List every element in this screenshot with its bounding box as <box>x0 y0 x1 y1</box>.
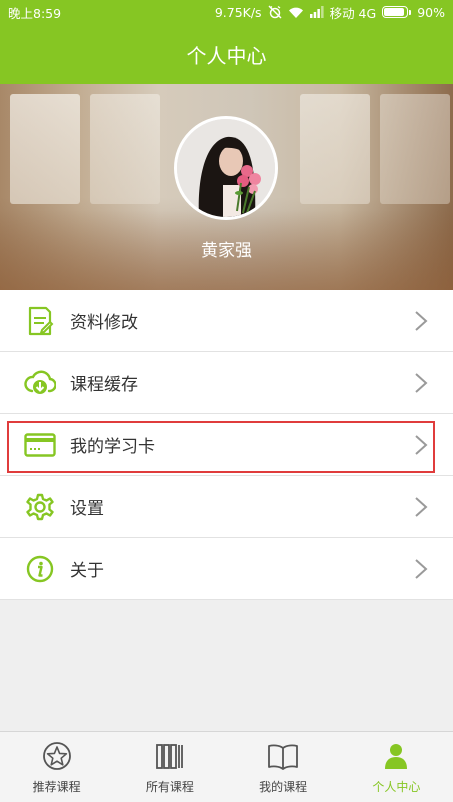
menu-item-study-card[interactable]: 我的学习卡 <box>0 414 453 476</box>
bottom-tab-bar: 推荐课程 所有课程 我的课程 个人中心 <box>0 731 453 802</box>
battery-icon <box>382 6 412 18</box>
background-window <box>380 94 450 204</box>
chevron-right-icon <box>413 433 429 457</box>
carrier-label: 移动 4G <box>329 5 377 21</box>
tab-all-courses[interactable]: 所有课程 <box>113 732 226 802</box>
chevron-right-icon <box>413 309 429 333</box>
tab-my-courses[interactable]: 我的课程 <box>227 732 340 802</box>
wifi-icon <box>288 6 304 19</box>
tab-label: 推荐课程 <box>32 780 81 794</box>
menu-item-label: 设置 <box>70 499 104 519</box>
page-title: 个人中心 <box>186 43 267 68</box>
network-speed: 9.75K/s <box>214 4 262 20</box>
tab-label: 个人中心 <box>372 780 421 794</box>
status-time: 晚上8:59 <box>8 5 62 21</box>
tab-label: 我的课程 <box>259 780 308 794</box>
alarm-off-icon <box>268 5 282 19</box>
username: 黄家强 <box>201 241 252 261</box>
books-icon <box>154 740 186 772</box>
menu-item-settings[interactable]: 设置 <box>0 476 453 538</box>
menu-item-about[interactable]: 关于 <box>0 538 453 600</box>
info-icon <box>24 553 56 585</box>
tab-label: 所有课程 <box>145 780 194 794</box>
tab-profile[interactable]: 个人中心 <box>340 732 453 802</box>
tab-recommended[interactable]: 推荐课程 <box>0 732 113 802</box>
title-bar: 个人中心 <box>0 24 453 84</box>
chevron-right-icon <box>413 557 429 581</box>
cloud-download-icon <box>24 367 56 399</box>
person-icon <box>380 740 412 772</box>
background-window <box>300 94 370 204</box>
star-icon <box>41 740 73 772</box>
edit-document-icon <box>24 305 56 337</box>
avatar-photo <box>177 119 275 217</box>
background-window <box>10 94 80 204</box>
open-book-icon <box>267 740 299 772</box>
signal-icon <box>309 6 324 18</box>
background-window <box>90 94 160 204</box>
menu-item-course-cache[interactable]: 课程缓存 <box>0 352 453 414</box>
chevron-right-icon <box>413 371 429 395</box>
card-icon <box>24 429 56 461</box>
gear-icon <box>24 491 56 523</box>
menu-item-label: 关于 <box>70 561 104 581</box>
menu-item-label: 我的学习卡 <box>70 437 155 457</box>
menu-item-label: 课程缓存 <box>70 375 138 395</box>
avatar[interactable] <box>174 116 278 220</box>
menu-list: 资料修改 课程缓存 我的学习卡 设置 关于 <box>0 290 453 600</box>
menu-item-label: 资料修改 <box>70 313 138 333</box>
status-icons: 9.75K/s 移动 4G 90% <box>215 3 445 22</box>
menu-item-edit-profile[interactable]: 资料修改 <box>0 290 453 352</box>
chevron-right-icon <box>413 495 429 519</box>
status-bar: 晚上8:59 9.75K/s 移动 4G 90% <box>0 0 453 24</box>
battery-percent: 90% <box>417 4 445 20</box>
